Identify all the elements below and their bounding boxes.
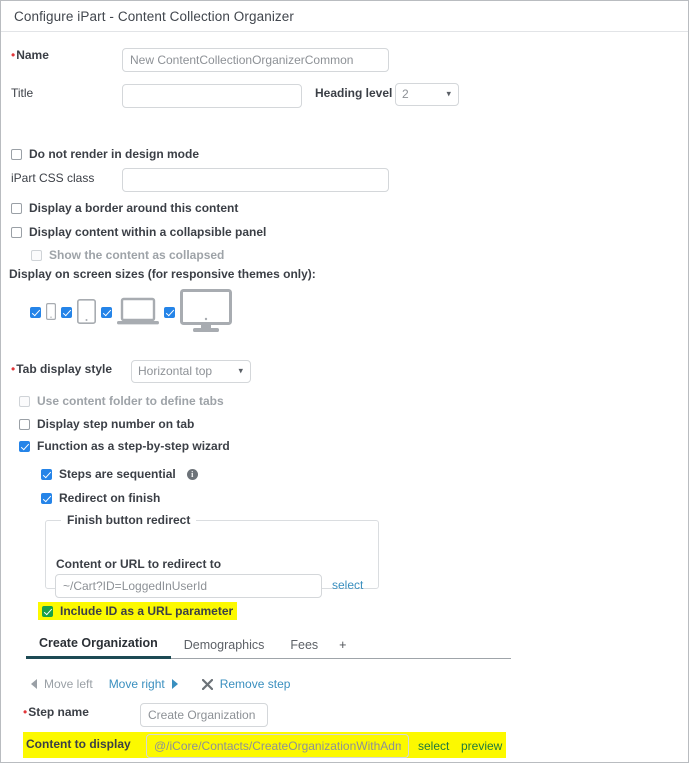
tab-display-style-select-wrap: Horizontal top ▾ (131, 360, 251, 383)
required-indicator-3: • (23, 705, 28, 719)
tab-fees[interactable]: Fees (277, 638, 331, 658)
css-class-row: iPart CSS class (11, 171, 94, 185)
redirect-on-finish-label: Redirect on finish (59, 491, 161, 505)
steps-sequential-checkbox[interactable] (41, 468, 52, 480)
step-wizard-row[interactable]: Function as a step-by-step wizard (19, 439, 230, 453)
step-name-label: Step name (28, 705, 89, 719)
do-not-render-checkbox[interactable] (11, 148, 22, 160)
do-not-render-row[interactable]: Do not render in design mode (11, 147, 199, 161)
finish-button-redirect-fieldset: Finish button redirect Content or URL to… (45, 513, 379, 598)
title-input[interactable] (122, 84, 302, 108)
show-collapsed-label: Show the content as collapsed (49, 248, 225, 262)
laptop-checkbox[interactable] (101, 307, 112, 318)
required-indicator: • (11, 48, 16, 62)
heading-level-value: 2 (402, 87, 409, 101)
display-border-label: Display a border around this content (29, 201, 239, 215)
content-to-display-row: Content to display (26, 737, 131, 751)
step-toolbar: Move left Move right Remove step (31, 677, 290, 691)
display-step-number-row[interactable]: Display step number on tab (19, 417, 194, 431)
tab-demographics[interactable]: Demographics (171, 638, 278, 658)
include-id-row[interactable]: Include ID as a URL parameter (38, 602, 238, 620)
redirect-on-finish-row[interactable]: Redirect on finish (41, 491, 160, 505)
steps-sequential-row[interactable]: Steps are sequential i (41, 467, 198, 481)
content-preview-link[interactable]: preview (461, 739, 502, 753)
tablet-checkbox[interactable] (61, 307, 72, 318)
tab-display-style-row: • Tab display style (11, 362, 112, 376)
tab-label-1: Demographics (183, 638, 265, 652)
collapsible-panel-row[interactable]: Display content within a collapsible pan… (11, 225, 266, 239)
tab-add-label: + (339, 638, 347, 652)
remove-x-icon[interactable] (201, 678, 213, 690)
tab-display-style-select[interactable]: Horizontal top (131, 360, 251, 383)
redirect-field-label: Content or URL to redirect to (56, 557, 222, 571)
tab-display-style-label: Tab display style (16, 362, 113, 376)
heading-level-select[interactable]: 2 (395, 83, 459, 106)
content-to-display-input[interactable] (146, 734, 409, 758)
collapsible-panel-checkbox[interactable] (11, 226, 22, 238)
triangle-left-icon[interactable] (31, 679, 37, 689)
screen-sizes-label: Display on screen sizes (for responsive … (9, 267, 316, 281)
redirect-select-link[interactable]: select (332, 578, 363, 592)
step-name-input[interactable] (140, 703, 268, 727)
heading-level-select-wrap: 2 ▾ (395, 83, 459, 106)
name-input[interactable] (122, 48, 389, 72)
desktop-icon (180, 289, 232, 336)
screen-sizes-selector (30, 289, 232, 336)
include-id-label: Include ID as a URL parameter (60, 604, 234, 618)
content-to-display-label: Content to display (26, 737, 131, 751)
title-row: Title (11, 86, 33, 100)
triangle-right-icon[interactable] (171, 679, 178, 689)
display-step-number-checkbox[interactable] (19, 418, 30, 430)
tab-label-2: Fees (290, 638, 319, 652)
required-indicator-2: • (11, 362, 16, 376)
tab-create-organization[interactable]: Create Organization (26, 636, 171, 659)
heading-level-label: Heading level (315, 86, 393, 100)
display-border-checkbox[interactable] (11, 202, 22, 214)
step-wizard-checkbox[interactable] (19, 440, 30, 452)
phone-icon (46, 302, 57, 323)
tablet-icon (77, 298, 96, 327)
dialog-title: Configure iPart - Content Collection Org… (14, 8, 294, 24)
show-collapsed-row[interactable]: Show the content as collapsed (31, 248, 224, 262)
tab-display-style-value: Horizontal top (138, 364, 213, 378)
move-left-link[interactable]: Move left (44, 677, 93, 691)
display-step-number-label: Display step number on tab (37, 417, 195, 431)
title-label: Title (11, 86, 34, 100)
name-row: • Name (11, 48, 49, 62)
css-class-label: iPart CSS class (11, 171, 95, 185)
name-label: Name (16, 48, 49, 62)
tab-label-0: Create Organization (39, 636, 158, 650)
display-border-row[interactable]: Display a border around this content (11, 201, 238, 215)
configure-ipart-dialog: Configure iPart - Content Collection Org… (0, 0, 689, 763)
css-class-input[interactable] (122, 168, 389, 192)
heading-level-row: Heading level (315, 86, 392, 100)
phone-checkbox[interactable] (30, 307, 41, 318)
remove-step-link[interactable]: Remove step (220, 677, 291, 691)
use-content-folder-label: Use content folder to define tabs (37, 394, 224, 408)
steps-sequential-label: Steps are sequential (59, 467, 176, 481)
content-select-link[interactable]: select (418, 739, 449, 753)
redirect-url-input[interactable] (55, 574, 322, 598)
do-not-render-label: Do not render in design mode (29, 147, 200, 161)
step-tabs: Create Organization Demographics Fees + (26, 632, 511, 659)
desktop-checkbox[interactable] (164, 307, 175, 318)
redirect-on-finish-checkbox[interactable] (41, 492, 52, 504)
collapsible-panel-label: Display content within a collapsible pan… (29, 225, 267, 239)
use-content-folder-row[interactable]: Use content folder to define tabs (19, 394, 224, 408)
dialog-titlebar: Configure iPart - Content Collection Org… (1, 1, 688, 32)
step-name-row: • Step name (23, 705, 89, 719)
use-content-folder-checkbox[interactable] (19, 395, 30, 407)
finish-redirect-legend: Finish button redirect (67, 513, 191, 527)
include-id-checkbox[interactable] (42, 605, 53, 617)
laptop-icon (117, 297, 159, 329)
tab-add-button[interactable]: + (331, 638, 354, 658)
info-icon[interactable]: i (186, 468, 198, 480)
move-right-link[interactable]: Move right (109, 677, 165, 691)
step-wizard-label: Function as a step-by-step wizard (37, 439, 230, 453)
show-collapsed-checkbox[interactable] (31, 249, 42, 261)
